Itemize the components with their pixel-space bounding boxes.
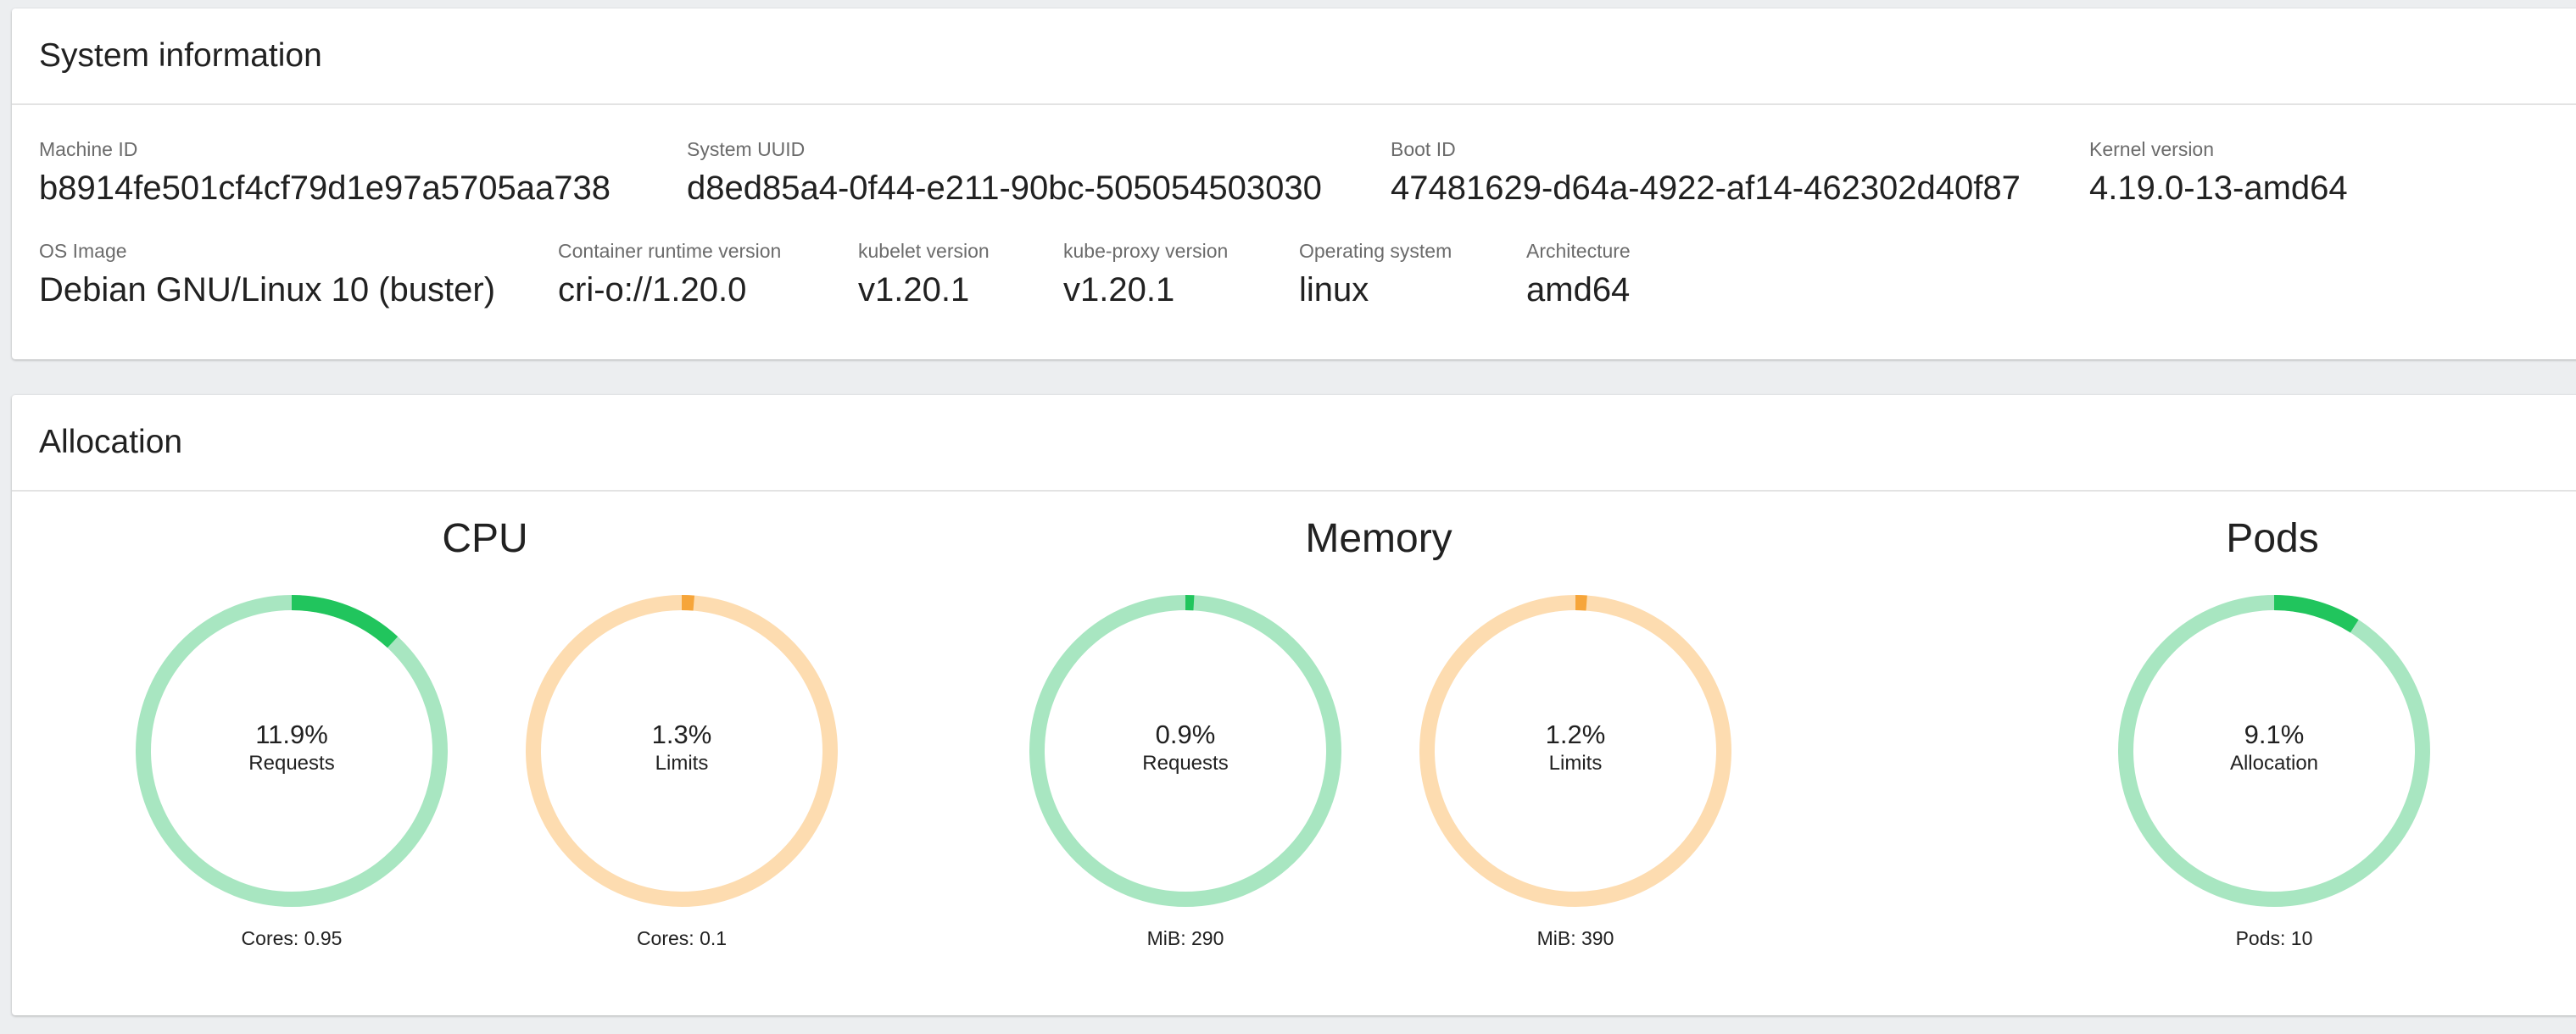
gauge-percent: 11.9% bbox=[255, 720, 328, 749]
memory-requests-gauge: 0.9% Requests MiB: 290 bbox=[1024, 590, 1347, 954]
field-label: OS Image bbox=[39, 240, 127, 262]
gauge-caption: MiB: 390 bbox=[1536, 927, 1614, 949]
system-information-header: System information bbox=[12, 8, 2576, 105]
gauge-label: Allocation bbox=[2229, 752, 2319, 775]
field-value: v1.20.1 bbox=[858, 271, 970, 309]
pods-allocation-gauge: 9.1% Allocation Pods: 10 bbox=[2113, 590, 2435, 954]
field-kernel-version: Kernel version 4.19.0-13-amd64 bbox=[2089, 137, 2348, 208]
memory-section-title: Memory bbox=[1305, 516, 1452, 561]
field-container-runtime-version: Container runtime version cri-o://1.20.0 bbox=[558, 239, 781, 310]
field-label: Boot ID bbox=[1391, 138, 1456, 160]
field-system-uuid: System UUID d8ed85a4-0f44-e211-90bc-5050… bbox=[687, 137, 1322, 208]
field-label: System UUID bbox=[687, 138, 806, 160]
system-information-title: System information bbox=[39, 37, 322, 74]
gauge-center: 1.3% Limits bbox=[521, 719, 843, 776]
field-os-image: OS Image Debian GNU/Linux 10 (buster) bbox=[39, 239, 495, 310]
field-label: kubelet version bbox=[858, 240, 990, 262]
gauge-label: Requests bbox=[1142, 752, 1229, 775]
gauge-caption: Pods: 10 bbox=[2235, 927, 2313, 949]
memory-limits-gauge: 1.2% Limits MiB: 390 bbox=[1414, 590, 1737, 954]
gauge-center: 11.9% Requests bbox=[131, 719, 453, 776]
field-label: Container runtime version bbox=[558, 240, 782, 262]
gauge-center: 1.2% Limits bbox=[1414, 719, 1737, 776]
field-kubelet-version: kubelet version v1.20.1 bbox=[858, 239, 990, 310]
pods-section-title: Pods bbox=[2226, 516, 2319, 561]
field-label: Kernel version bbox=[2089, 138, 2215, 160]
cpu-section-title: CPU bbox=[442, 516, 528, 561]
field-architecture: Architecture amd64 bbox=[1526, 239, 1631, 310]
field-boot-id: Boot ID 47481629-d64a-4922-af14-462302d4… bbox=[1391, 137, 2021, 208]
field-value: amd64 bbox=[1526, 271, 1631, 309]
field-value: 4.19.0-13-amd64 bbox=[2089, 170, 2348, 207]
allocation-title: Allocation bbox=[39, 424, 183, 460]
field-value: d8ed85a4-0f44-e211-90bc-505054503030 bbox=[687, 170, 1322, 207]
gauge-percent: 1.3% bbox=[651, 720, 712, 749]
gauge-label: Requests bbox=[248, 752, 335, 775]
gauge-caption: Cores: 0.1 bbox=[636, 927, 728, 949]
field-value: 47481629-d64a-4922-af14-462302d40f87 bbox=[1391, 170, 2021, 207]
gauge-label: Limits bbox=[1548, 752, 1603, 775]
cpu-requests-gauge: 11.9% Requests Cores: 0.95 bbox=[131, 590, 453, 954]
gauge-caption: Cores: 0.95 bbox=[241, 927, 343, 949]
field-value: cri-o://1.20.0 bbox=[558, 271, 747, 309]
field-machine-id: Machine ID b8914fe501cf4cf79d1e97a5705aa… bbox=[39, 137, 611, 208]
field-label: Machine ID bbox=[39, 138, 138, 160]
field-kube-proxy-version: kube-proxy version v1.20.1 bbox=[1063, 239, 1228, 310]
gauge-percent: 9.1% bbox=[2244, 720, 2305, 749]
field-label: Architecture bbox=[1526, 240, 1631, 262]
field-value: v1.20.1 bbox=[1063, 271, 1175, 309]
allocation-card: Allocation CPU 11.9% Requests Cores: 0.9… bbox=[12, 395, 2576, 1015]
gauge-center: 9.1% Allocation bbox=[2113, 719, 2435, 776]
gauge-center: 0.9% Requests bbox=[1024, 719, 1347, 776]
allocation-header: Allocation bbox=[12, 395, 2576, 492]
system-information-card: System information Machine ID b8914fe501… bbox=[12, 8, 2576, 359]
gauge-percent: 1.2% bbox=[1545, 720, 1606, 749]
field-label: kube-proxy version bbox=[1063, 240, 1229, 262]
field-value: linux bbox=[1299, 271, 1369, 309]
gauge-caption: MiB: 290 bbox=[1146, 927, 1224, 949]
field-value: Debian GNU/Linux 10 (buster) bbox=[39, 271, 496, 309]
field-value: b8914fe501cf4cf79d1e97a5705aa738 bbox=[39, 170, 611, 207]
cpu-limits-gauge: 1.3% Limits Cores: 0.1 bbox=[521, 590, 843, 954]
gauge-label: Limits bbox=[655, 752, 709, 775]
gauge-percent: 0.9% bbox=[1155, 720, 1216, 749]
field-label: Operating system bbox=[1299, 240, 1452, 262]
field-operating-system: Operating system linux bbox=[1299, 239, 1452, 310]
